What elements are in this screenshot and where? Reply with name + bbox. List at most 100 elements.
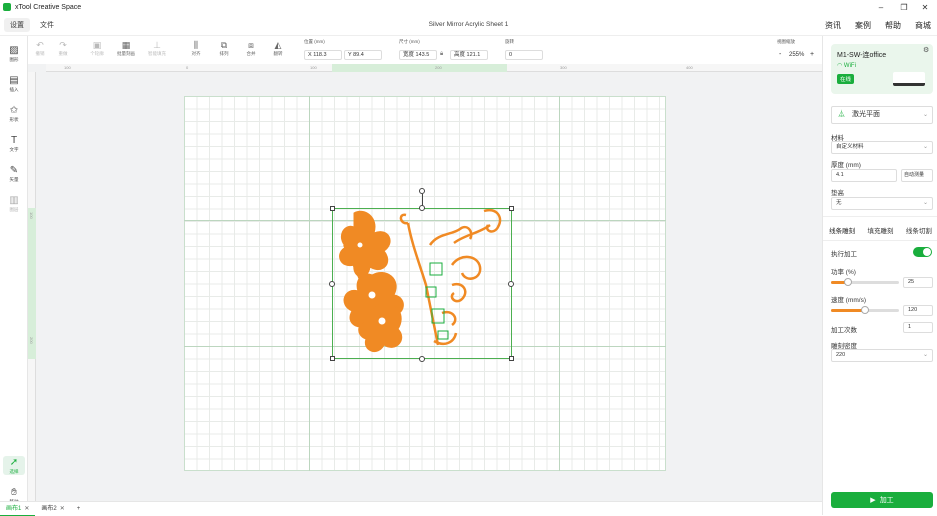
images-tool[interactable]: ▨ 图形 <box>0 44 28 63</box>
density-select[interactable]: 220 ⌄ <box>831 349 933 362</box>
combine-button[interactable]: ⧈ 合并 <box>237 39 265 63</box>
close-icon[interactable]: ✕ <box>24 506 29 512</box>
select-tool[interactable]: ➚ 选择 <box>3 456 25 475</box>
zoom-out-button[interactable]: - <box>779 51 781 58</box>
x-field[interactable]: X 118.3 <box>304 50 342 60</box>
app-logo <box>3 3 11 11</box>
tab-line-cut[interactable]: 线条切割 <box>906 225 932 235</box>
stamp-icon: ⊥ <box>153 40 161 50</box>
speed-fill <box>831 309 865 312</box>
guide-line <box>309 96 310 471</box>
combine-icon: ⧈ <box>248 40 254 50</box>
minimize-button[interactable]: – <box>870 0 892 14</box>
cursor-icon: ➚ <box>9 457 19 468</box>
outline-icon: ▣ <box>92 40 102 50</box>
add-tab-button[interactable]: + <box>71 502 87 516</box>
right-panel: M1-SW-连office ◠ WiFi 在线 ⚙ ⏅ 激光平面 ⌄ 材料 自定义… <box>822 36 937 515</box>
auto-measure-button[interactable]: 自动测量 <box>901 169 933 182</box>
store-link[interactable]: 商城 <box>915 20 931 31</box>
rotate-handle-stem <box>422 194 423 206</box>
text-icon: T <box>10 135 18 146</box>
outline-button[interactable]: ▣ 个轮廓 <box>83 39 111 63</box>
tab-line-engrave[interactable]: 线条雕刻 <box>829 225 855 235</box>
maximize-button[interactable]: ❐ <box>893 0 915 14</box>
gear-icon[interactable]: ⚙ <box>923 46 929 54</box>
speed-knob[interactable] <box>861 306 869 314</box>
resize-handle-right[interactable] <box>508 281 514 287</box>
tab-fill-engrave[interactable]: 填充雕刻 <box>867 225 893 235</box>
tab-canvas-2[interactable]: 画布2 ✕ <box>35 502 70 516</box>
resize-handle-tl[interactable] <box>330 206 335 211</box>
grid-icon: ▦ <box>121 40 131 50</box>
redo-icon: ↷ <box>59 40 67 50</box>
flip-icon: ◭ <box>274 40 282 50</box>
divider <box>823 240 937 241</box>
arrange-icon: ⧉ <box>220 40 228 50</box>
thickness-input[interactable]: 4.1 <box>831 169 897 182</box>
align-icon: ⫼ <box>193 40 199 50</box>
power-input[interactable]: 25 <box>903 277 933 288</box>
resize-handle-tr[interactable] <box>509 206 514 211</box>
y-field[interactable]: Y 89.4 <box>344 50 382 60</box>
zoom-value: 255% <box>789 52 805 58</box>
flip-button[interactable]: ◭ 翻转 <box>264 39 292 63</box>
execute-toggle[interactable] <box>913 247 932 257</box>
vector-tool[interactable]: ✎ 矢量 <box>0 164 28 183</box>
news-link[interactable]: 资讯 <box>825 20 841 31</box>
tab-canvas-1[interactable]: 画布1 ✕ <box>0 501 36 516</box>
shapes-tool[interactable]: ✩ 形状 <box>0 104 28 123</box>
document-title: Silver Mirror Acrylic Sheet 1 <box>428 21 509 28</box>
smart-fill-button[interactable]: ⊥ 智能填充 <box>143 39 171 63</box>
lock-icon[interactable]: 🔒︎ <box>440 51 443 58</box>
redo-button[interactable]: ↷ 重做 <box>49 39 77 63</box>
wifi-status: ◠ WiFi <box>837 63 856 69</box>
device-card[interactable]: M1-SW-连office ◠ WiFi 在线 ⚙ <box>831 44 933 94</box>
undo-icon: ↶ <box>36 40 44 50</box>
wifi-icon: ◠ <box>837 63 843 69</box>
file-icon: ▤ <box>9 75 19 86</box>
power-knob[interactable] <box>844 278 852 286</box>
cases-link[interactable]: 案例 <box>855 20 871 31</box>
ruler-highlight <box>332 64 507 72</box>
divider <box>823 216 937 217</box>
image-icon: ▨ <box>9 45 19 56</box>
text-tool[interactable]: T 文字 <box>0 134 28 153</box>
left-panel: ▨图形 ▤插入 ✩形状 T文字 ✎矢量 ▥图层 ➚选择 ✋︎移动 <box>0 36 28 515</box>
help-link[interactable]: 帮助 <box>885 20 901 31</box>
toolbar: ↶ 撤销 ↷ 重做 ▣ 个轮廓 ▦ 批量刻画 ⊥ 智能填充 ⫼ 对齐 ⧉ 排列 ⧈ 合并 ◭ 翻转… <box>0 36 822 64</box>
height-field[interactable]: 高度 121.1 <box>450 50 488 60</box>
material-select[interactable]: 自定义材料 ⌄ <box>831 141 933 154</box>
title-bar: xTool Creative Space – ❐ ✕ <box>0 0 937 14</box>
close-icon[interactable]: ✕ <box>60 506 65 512</box>
resize-handle-br[interactable] <box>509 356 514 361</box>
insert-tool[interactable]: ▤ 插入 <box>0 74 28 93</box>
resize-handle-left[interactable] <box>329 281 335 287</box>
width-field[interactable]: 宽度 143.5 <box>399 50 437 60</box>
close-button[interactable]: ✕ <box>914 0 936 14</box>
mode-select[interactable]: ⏅ 激光平面 ⌄ <box>831 106 933 124</box>
selection-box[interactable] <box>332 208 512 359</box>
file-menu[interactable]: 文件 <box>34 18 60 32</box>
zoom-label: 视图缩放 <box>777 39 795 44</box>
top-links: 资讯 案例 帮助 商城 <box>825 20 931 31</box>
resize-handle-bottom[interactable] <box>419 356 425 362</box>
arrange-button[interactable]: ⧉ 排列 <box>210 39 238 63</box>
speed-input[interactable]: 120 <box>903 305 933 316</box>
settings-menu[interactable]: 设置 <box>4 17 30 32</box>
device-name: M1-SW-连office <box>837 52 887 59</box>
process-button[interactable]: ▶ 加工 <box>831 492 933 508</box>
resize-handle-bl[interactable] <box>330 356 335 361</box>
laser-icon: ⏅ <box>838 111 845 118</box>
chevron-down-icon: ⌄ <box>922 144 928 150</box>
pad-select[interactable]: 无 ⌄ <box>831 197 933 210</box>
batch-button[interactable]: ▦ 批量刻画 <box>112 39 140 63</box>
layers-tool[interactable]: ▥ 图层 <box>0 194 28 213</box>
zoom-in-button[interactable]: + <box>810 51 814 58</box>
rotate-field[interactable]: 0 <box>505 50 543 60</box>
play-icon: ▶ <box>870 497 876 504</box>
speed-slider[interactable] <box>831 306 899 314</box>
process-tabs: 线条雕刻 填充雕刻 线条切割 <box>823 222 937 238</box>
passes-input[interactable]: 1 <box>903 322 933 333</box>
align-button[interactable]: ⫼ 对齐 <box>182 39 210 63</box>
power-slider[interactable] <box>831 278 899 286</box>
